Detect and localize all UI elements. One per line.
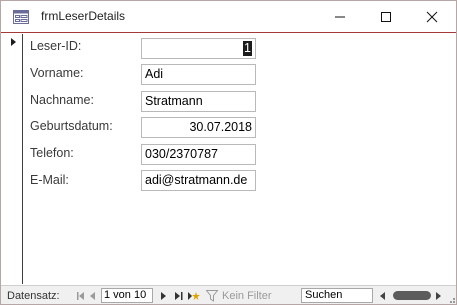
last-record-icon — [175, 291, 183, 300]
title-bar[interactable]: frmLeserDetails — [1, 1, 456, 33]
search-input[interactable]: Suchen — [301, 288, 373, 303]
previous-record-button[interactable] — [87, 286, 99, 305]
vorname-field[interactable]: Adi — [141, 64, 256, 85]
filter-icon — [206, 289, 219, 302]
filter-status[interactable]: Kein Filter — [222, 286, 272, 305]
form-icon — [13, 10, 29, 24]
leser-id-value: 1 — [243, 41, 252, 56]
email-field[interactable]: adi@stratmann.de — [141, 170, 256, 191]
telefon-field[interactable]: 030/2370787 — [141, 144, 256, 165]
new-record-button[interactable] — [188, 286, 200, 305]
window-title: frmLeserDetails — [41, 9, 126, 23]
previous-record-icon — [90, 291, 95, 300]
telefon-label: Telefon: — [30, 146, 74, 160]
scroll-right-button[interactable] — [432, 286, 444, 305]
resize-grip-icon[interactable] — [447, 294, 455, 305]
vorname-label: Vorname: — [30, 66, 84, 80]
nachname-label: Nachname: — [30, 93, 94, 107]
geburtsdatum-label: Geburtsdatum: — [30, 119, 113, 133]
maximize-button[interactable] — [363, 1, 409, 33]
record-navigation-bar: Datensatz: 1 von 10 Kein Filter Suchen — [1, 285, 456, 304]
leser-id-field[interactable]: 1 — [141, 38, 256, 59]
next-record-icon — [161, 291, 166, 300]
record-selector[interactable] — [1, 34, 23, 284]
form-window: frmLeserDetails Leser-ID: 1 Vorname: Adi… — [0, 0, 457, 305]
filter-button[interactable] — [206, 286, 220, 305]
geburtsdatum-field[interactable]: 30.07.2018 — [141, 117, 256, 138]
scroll-right-icon — [436, 291, 441, 300]
email-label: E-Mail: — [30, 173, 69, 187]
last-record-button[interactable] — [173, 286, 185, 305]
new-record-icon — [188, 291, 200, 300]
minimize-icon — [335, 16, 345, 18]
minimize-button[interactable] — [317, 1, 363, 33]
current-record-arrow-icon — [11, 38, 16, 46]
first-record-button[interactable] — [75, 286, 87, 305]
scroll-left-button[interactable] — [377, 286, 389, 305]
nachname-field[interactable]: Stratmann — [141, 91, 256, 112]
close-icon — [426, 11, 438, 23]
next-record-button[interactable] — [157, 286, 169, 305]
scroll-left-icon — [380, 291, 385, 300]
first-record-icon — [77, 291, 84, 300]
leser-id-label: Leser-ID: — [30, 39, 82, 53]
maximize-icon — [381, 12, 391, 22]
record-label: Datensatz: — [7, 289, 60, 302]
close-button[interactable] — [409, 1, 455, 33]
record-position-input[interactable]: 1 von 10 — [101, 288, 153, 303]
horizontal-scroll-thumb[interactable] — [393, 291, 431, 300]
